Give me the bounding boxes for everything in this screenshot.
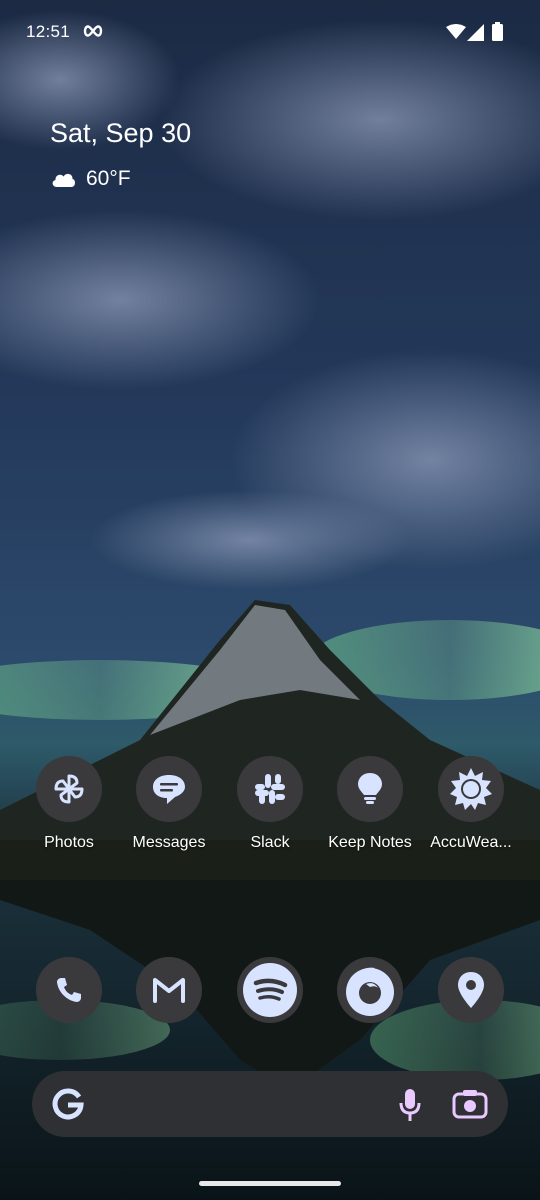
gesture-nav-handle[interactable] [199, 1181, 341, 1186]
microphone-icon[interactable] [398, 1088, 422, 1122]
search-bar[interactable] [32, 1071, 508, 1137]
app-photos[interactable]: Photos [19, 756, 119, 852]
app-label: Messages [132, 834, 206, 851]
wifi-icon [446, 24, 466, 39]
status-time: 12:51 [26, 22, 71, 41]
battery-icon [492, 22, 503, 41]
sun-icon [438, 756, 504, 822]
gmail-icon[interactable] [136, 957, 202, 1023]
app-messages[interactable]: Messages [119, 756, 219, 852]
infinity-icon [83, 25, 103, 37]
app-slack[interactable]: Slack [220, 756, 320, 852]
firefox-icon[interactable] [337, 957, 403, 1023]
pinwheel-icon [36, 756, 102, 822]
app-keep-notes[interactable]: Keep Notes [320, 756, 420, 852]
chat-bubble-icon [136, 756, 202, 822]
spotify-icon[interactable] [237, 957, 303, 1023]
weather-widget[interactable]: 60°F [50, 166, 131, 192]
signal-icon [467, 24, 484, 41]
status-bar: 12:51 [0, 0, 540, 64]
app-label: Photos [44, 834, 94, 851]
cloud-icon [52, 173, 76, 187]
lens-camera-icon[interactable] [452, 1089, 488, 1119]
temperature-label: 60°F [86, 167, 131, 190]
phone-icon[interactable] [36, 957, 102, 1023]
app-label: Slack [250, 834, 290, 851]
google-g-icon [52, 1088, 84, 1120]
date-label[interactable]: Sat, Sep 30 [50, 118, 191, 149]
app-accuweather[interactable]: AccuWea... [421, 756, 521, 852]
slack-icon [237, 756, 303, 822]
lightbulb-icon [337, 756, 403, 822]
app-label: Keep Notes [328, 834, 412, 851]
app-label: AccuWea... [430, 834, 512, 851]
maps-pin-icon[interactable] [438, 957, 504, 1023]
